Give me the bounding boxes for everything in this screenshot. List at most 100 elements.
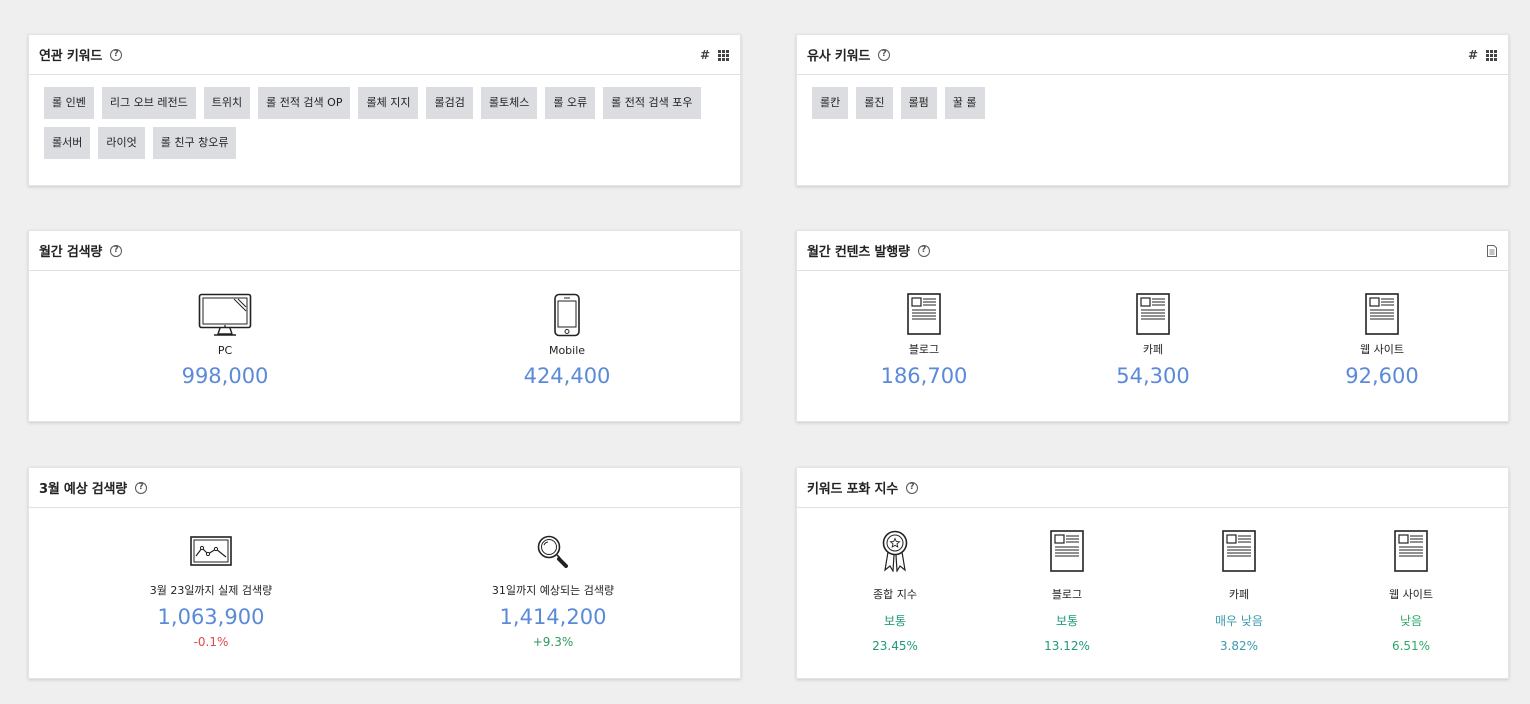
stat-value: 1,063,900	[157, 605, 265, 629]
card-header: 키워드 포화 지수 ?	[797, 468, 1508, 508]
saturation-percent: 23.45%	[872, 639, 918, 653]
keyword-tag[interactable]: 롤칸	[812, 87, 849, 119]
line-chart-icon	[190, 536, 232, 566]
keyword-tag[interactable]: 롤검검	[426, 87, 473, 119]
keyword-tag[interactable]: 리그 오브 레전드	[101, 87, 196, 119]
grid-view-icon[interactable]	[718, 49, 729, 61]
stat-cafe: 카페 54,300	[1039, 271, 1267, 388]
document-icon	[1394, 530, 1428, 572]
card-header: 월간 검색량 ?	[29, 231, 740, 271]
stat-value: 998,000	[181, 364, 269, 388]
card-title: 연관 키워드	[39, 49, 103, 64]
help-icon[interactable]: ?	[110, 244, 123, 257]
help-icon[interactable]: ?	[905, 481, 918, 494]
hashtag-icon[interactable]: #	[1468, 48, 1478, 62]
card-title: 유사 키워드	[807, 49, 871, 64]
stat-blog: 블로그 186,700	[809, 271, 1039, 388]
stat-label: 3월 23일까지 실제 검색량	[149, 584, 273, 597]
keyword-tag[interactable]: 롤서버	[44, 127, 91, 159]
saturation-percent: 6.51%	[1391, 639, 1431, 653]
card-header: 3월 예상 검색량 ?	[29, 468, 740, 508]
stat-mobile: Mobile 424,400	[411, 271, 723, 388]
keyword-tag[interactable]: 롤토체스	[480, 87, 538, 119]
keyword-tag[interactable]: 롤 오류	[545, 87, 596, 119]
stat-label: 블로그	[908, 343, 940, 356]
keyword-tag[interactable]: 롤 친구 창오류	[152, 127, 237, 159]
stat-value: 54,300	[1116, 364, 1190, 388]
card-header: 유사 키워드 ? #	[797, 35, 1508, 75]
hashtag-icon[interactable]: #	[700, 48, 710, 62]
card-title: 키워드 포화 지수	[807, 482, 898, 497]
stat-row: 블로그 186,700 카페 54,300 웹 사이트 92,600	[797, 271, 1508, 388]
stat-actual: 3월 23일까지 실제 검색량 1,063,900 -0.1%	[39, 508, 383, 649]
saturation-level: 보통	[883, 614, 907, 628]
change-percent: -0.1%	[193, 635, 229, 649]
stat-value: 92,600	[1345, 364, 1419, 388]
stat-cafe: 카페 매우 낮음 3.82%	[1153, 508, 1325, 653]
card-title: 월간 검색량	[39, 245, 103, 260]
stat-row: 종합 지수 보통 23.45% 블로그 보통 13.12% 카페 매우 낮음 3…	[797, 508, 1508, 653]
stat-label: 카페	[1228, 588, 1250, 601]
help-icon[interactable]: ?	[110, 48, 123, 61]
keyword-tag[interactable]: 롤 인벤	[44, 87, 94, 119]
monthly-content-card: 월간 컨텐츠 발행량 ? 블로그 186,700 카페 54,300 웹 사이트…	[796, 230, 1509, 422]
magnifier-icon	[537, 535, 568, 568]
forecast-search-card: 3월 예상 검색량 ? 3월 23일까지 실제 검색량 1,063,900 -0…	[28, 467, 741, 679]
saturation-level: 보통	[1055, 614, 1079, 628]
stat-label: PC	[217, 344, 233, 357]
saturation-percent: 3.82%	[1219, 639, 1259, 653]
tag-list: 롤 인벤 리그 오브 레전드 트위치 롤 전적 검색 OP 롤체 지지 롤검검 …	[29, 75, 740, 167]
stat-value: 186,700	[880, 364, 968, 388]
export-document-icon[interactable]	[1487, 245, 1497, 257]
mobile-phone-icon	[554, 293, 580, 337]
similar-keywords-card: 유사 키워드 ? # 롤칸 롤진 롤펌 꿀 롤	[796, 34, 1509, 186]
document-icon	[1136, 293, 1170, 335]
related-keywords-card: 연관 키워드 ? # 롤 인벤 리그 오브 레전드 트위치 롤 전적 검색 OP…	[28, 34, 741, 186]
card-header: 월간 컨텐츠 발행량 ?	[797, 231, 1508, 271]
keyword-saturation-card: 키워드 포화 지수 ? 종합 지수 보통 23.45% 블로그 보통 13.12…	[796, 467, 1509, 679]
help-icon[interactable]: ?	[917, 244, 930, 257]
card-title: 월간 컨텐츠 발행량	[807, 245, 910, 260]
grid-view-icon[interactable]	[1486, 49, 1497, 61]
stat-value: 424,400	[523, 364, 611, 388]
stat-row: PC 998,000 Mobile 424,400	[29, 271, 740, 388]
change-percent: +9.3%	[532, 635, 574, 649]
card-header: 연관 키워드 ? #	[29, 35, 740, 75]
stat-overall: 종합 지수 보통 23.45%	[809, 508, 981, 653]
stat-expected: 31일까지 예상되는 검색량 1,414,200 +9.3%	[383, 508, 723, 649]
keyword-tag[interactable]: 롤진	[856, 87, 893, 119]
stat-value: 1,414,200	[499, 605, 607, 629]
header-tools: #	[1468, 35, 1497, 75]
stat-website: 웹 사이트 92,600	[1267, 271, 1497, 388]
card-title: 3월 예상 검색량	[39, 482, 128, 497]
help-icon[interactable]: ?	[135, 481, 148, 494]
keyword-tag[interactable]: 롤체 지지	[358, 87, 419, 119]
tag-list: 롤칸 롤진 롤펌 꿀 롤	[797, 75, 1508, 127]
keyword-tag[interactable]: 트위치	[203, 87, 251, 119]
stat-row: 3월 23일까지 실제 검색량 1,063,900 -0.1% 31일까지 예상…	[29, 508, 740, 649]
document-icon	[907, 293, 941, 335]
monitor-icon	[198, 293, 252, 336]
stat-label: Mobile	[548, 344, 586, 357]
stat-label: 카페	[1142, 343, 1164, 356]
stat-label: 블로그	[1051, 588, 1083, 601]
keyword-tag[interactable]: 롤 전적 검색 포우	[603, 87, 701, 119]
stat-label: 웹 사이트	[1389, 588, 1433, 601]
stat-label: 종합 지수	[873, 588, 917, 601]
document-icon	[1222, 530, 1256, 572]
keyword-tag[interactable]: 라이엇	[98, 127, 145, 159]
document-icon	[1365, 293, 1399, 335]
saturation-level: 매우 낮음	[1215, 614, 1263, 628]
document-icon	[1050, 530, 1084, 572]
header-tools: #	[700, 35, 729, 75]
keyword-tag[interactable]: 꿀 롤	[944, 87, 985, 119]
stat-pc: PC 998,000	[39, 271, 411, 388]
stat-label: 31일까지 예상되는 검색량	[491, 584, 615, 597]
saturation-percent: 13.12%	[1044, 639, 1090, 653]
keyword-tag[interactable]: 롤펌	[900, 87, 937, 119]
help-icon[interactable]: ?	[878, 48, 891, 61]
stat-website: 웹 사이트 낮음 6.51%	[1325, 508, 1497, 653]
keyword-tag[interactable]: 롤 전적 검색 OP	[258, 87, 351, 119]
award-ribbon-icon	[882, 530, 908, 572]
stat-label: 웹 사이트	[1360, 343, 1404, 356]
